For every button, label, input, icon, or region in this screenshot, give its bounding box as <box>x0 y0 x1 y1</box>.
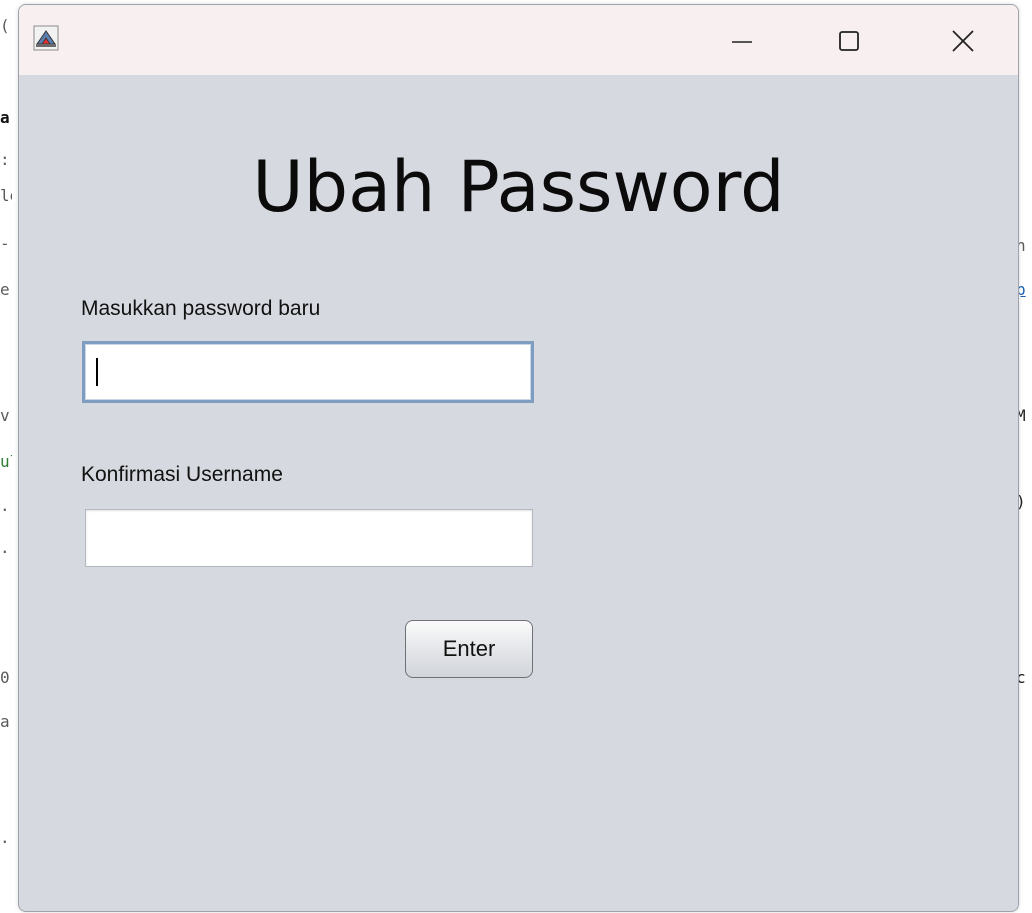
java-cup-icon <box>33 25 59 51</box>
new-password-label: Masukkan password baru <box>81 297 321 320</box>
bg-text: - <box>0 236 10 252</box>
enter-button[interactable]: Enter <box>405 620 533 678</box>
form-panel: Ubah Password Masukkan password baru Kon… <box>19 75 1018 911</box>
bg-text: 0 <box>0 670 10 686</box>
bg-text: . <box>0 830 10 846</box>
confirm-username-field[interactable] <box>85 509 533 567</box>
bg-text: e <box>0 282 10 298</box>
bg-text: .: <box>0 498 12 514</box>
bg-text: ul <box>0 454 12 470</box>
bg-text: : <box>0 152 10 168</box>
maximize-icon <box>839 31 859 51</box>
text-caret <box>96 358 98 386</box>
bg-text: v <box>0 408 10 424</box>
confirm-username-label: Konfirmasi Username <box>81 463 283 486</box>
bg-text: a <box>0 714 10 730</box>
bg-text: a. <box>0 110 12 126</box>
close-icon <box>952 30 974 52</box>
change-password-window: Ubah Password Masukkan password baru Kon… <box>18 4 1019 912</box>
bg-text: le <box>0 188 12 204</box>
new-password-field[interactable] <box>82 341 534 403</box>
close-button[interactable] <box>939 19 987 63</box>
page-title: Ubah Password <box>252 146 785 228</box>
bg-text: ( <box>0 18 10 34</box>
maximize-button[interactable] <box>825 19 873 63</box>
minimize-icon <box>732 41 752 43</box>
minimize-button[interactable] <box>718 19 766 63</box>
bg-text: . <box>0 540 10 556</box>
title-bar[interactable] <box>19 5 1018 75</box>
